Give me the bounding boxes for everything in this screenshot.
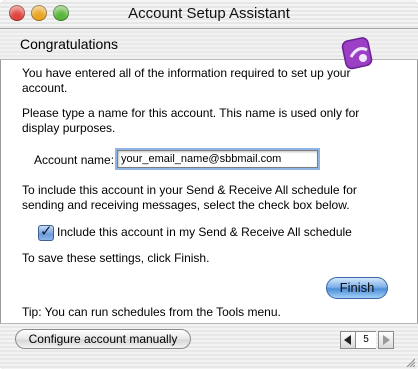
triangle-right-icon xyxy=(383,335,390,345)
resize-grip-icon[interactable] xyxy=(405,357,415,367)
window-title: Account Setup Assistant xyxy=(128,5,290,22)
previous-page-button[interactable] xyxy=(340,331,356,349)
account-name-label: Account name: xyxy=(34,153,115,167)
title-bar: Account Setup Assistant xyxy=(0,0,418,29)
save-instructions-text: To save these settings, click Finish. xyxy=(22,251,210,265)
configure-manually-button[interactable]: Configure account manually xyxy=(15,329,191,349)
intro-text: You have entered all of the information … xyxy=(22,66,351,95)
finish-button[interactable]: Finish xyxy=(326,277,388,299)
name-prompt-text: Please type a name for this account. Thi… xyxy=(22,106,360,135)
include-schedule-label[interactable]: Include this account in my Send & Receiv… xyxy=(57,225,352,239)
page-navigator: 5 xyxy=(340,331,394,349)
account-setup-window: Account Setup Assistant Congratulations … xyxy=(0,0,418,369)
triangle-left-icon xyxy=(344,335,351,345)
schedule-text: To include this account in your Send & R… xyxy=(22,183,357,212)
page-number: 5 xyxy=(356,331,376,349)
account-name-field[interactable] xyxy=(117,150,318,168)
page-heading: Congratulations xyxy=(20,36,119,52)
next-page-button[interactable] xyxy=(378,331,394,349)
checkmark-icon: ✓ xyxy=(40,223,53,240)
include-schedule-checkbox[interactable]: ✓ xyxy=(38,223,54,241)
tip-text: Tip: You can run schedules from the Tool… xyxy=(22,305,281,319)
footer-bar: Configure account manually 5 xyxy=(0,323,418,369)
